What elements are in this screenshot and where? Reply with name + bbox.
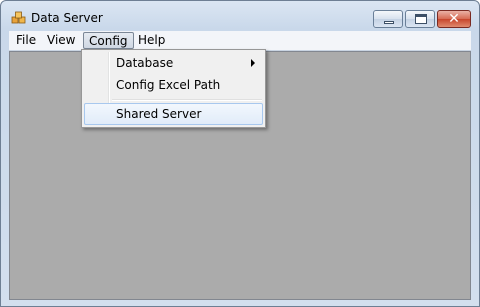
menu-view[interactable]: View — [42, 32, 80, 49]
database-cubes-icon — [11, 11, 26, 24]
close-button[interactable]: ✕ — [437, 10, 471, 28]
menu-item-label: Database — [116, 56, 174, 70]
menu-config[interactable]: Config — [83, 32, 134, 49]
menu-item-database[interactable]: Database — [84, 52, 263, 74]
maximize-button[interactable] — [405, 10, 435, 28]
menu-item-shared-server[interactable]: Shared Server — [84, 103, 263, 125]
menu-item-config-excel-path[interactable]: Config Excel Path — [84, 74, 263, 96]
menu-separator — [112, 99, 262, 101]
window-title: Data Server — [31, 11, 103, 25]
app-window: Data Server ✕ File View Config Help — [0, 0, 480, 307]
close-icon: ✕ — [448, 11, 460, 27]
menu-bar: File View Config Help — [9, 31, 471, 51]
menu-help[interactable]: Help — [133, 32, 170, 49]
menu-item-label: Config Excel Path — [116, 78, 221, 92]
minimize-icon — [384, 21, 394, 24]
menu-file[interactable]: File — [11, 32, 41, 49]
submenu-arrow-icon — [251, 59, 255, 67]
config-dropdown-menu: Database Config Excel Path Shared Server — [81, 49, 266, 128]
maximize-icon — [415, 14, 427, 24]
title-bar[interactable]: Data Server ✕ — [1, 1, 479, 31]
menu-item-label: Shared Server — [116, 107, 202, 121]
minimize-button[interactable] — [373, 10, 403, 28]
